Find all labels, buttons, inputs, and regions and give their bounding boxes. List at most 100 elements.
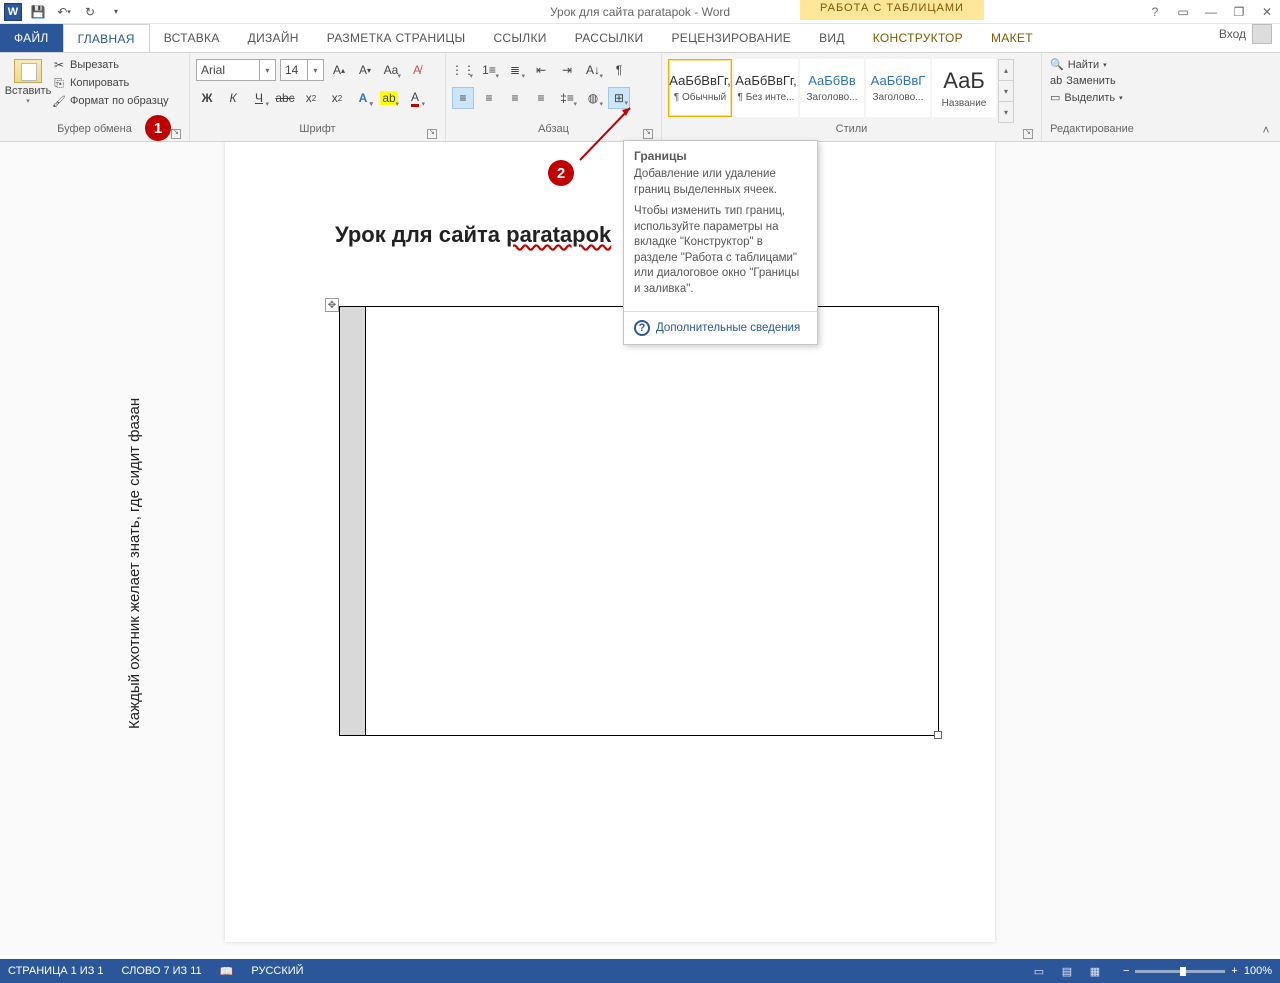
increase-indent-button[interactable]: ⇥ — [556, 59, 578, 81]
status-proofing-icon[interactable]: 📖 — [220, 965, 234, 978]
group-styles: АаБбВвГг,¶ Обычный АаБбВвГг,¶ Без инте..… — [662, 53, 1042, 141]
status-page[interactable]: СТРАНИЦА 1 ИЗ 1 — [8, 965, 104, 977]
font-size-value: 14 — [285, 63, 298, 77]
show-marks-button[interactable]: ¶ — [608, 59, 630, 81]
text-effects-button[interactable]: A — [352, 87, 374, 109]
web-layout-icon[interactable]: ▦ — [1085, 963, 1105, 979]
tab-references[interactable]: ССЫЛКИ — [479, 24, 560, 52]
tab-page-layout[interactable]: РАЗМЕТКА СТРАНИЦЫ — [313, 24, 480, 52]
group-paragraph-label: Абзац — [538, 123, 569, 135]
grow-font-button[interactable]: A▴ — [328, 59, 350, 81]
print-layout-icon[interactable]: ▤ — [1057, 963, 1077, 979]
table-cell-vertical[interactable]: Каждый охотник желает знать, где сидит ф… — [340, 307, 366, 735]
strikethrough-button[interactable]: abc — [274, 87, 296, 109]
justify-button[interactable]: ≡ — [530, 87, 552, 109]
tab-view[interactable]: ВИД — [805, 24, 859, 52]
format-painter-button[interactable]: Формат по образцу — [50, 93, 171, 109]
zoom-out-button[interactable]: − — [1123, 965, 1129, 977]
tab-home[interactable]: ГЛАВНАЯ — [63, 24, 150, 52]
tab-review[interactable]: РЕЦЕНЗИРОВАНИЕ — [657, 24, 805, 52]
paragraph-dialog-launcher[interactable] — [643, 129, 653, 139]
style-gallery-more[interactable]: ▾ — [999, 102, 1013, 122]
table-resize-handle[interactable] — [934, 731, 942, 739]
font-dialog-launcher[interactable] — [427, 129, 437, 139]
help-icon[interactable]: ? — [1146, 3, 1164, 21]
shrink-font-button[interactable]: A▾ — [354, 59, 376, 81]
cut-label: Вырезать — [70, 59, 119, 71]
tab-table-layout[interactable]: МАКЕТ — [977, 24, 1047, 52]
tab-design[interactable]: ДИЗАЙН — [234, 24, 313, 52]
bullets-button[interactable]: ⋮⋮ — [452, 59, 474, 81]
bold-button[interactable]: Ж — [196, 87, 218, 109]
word-app-icon[interactable]: W — [4, 3, 22, 21]
table-cell-main[interactable] — [366, 307, 938, 735]
align-center-button[interactable]: ≡ — [478, 87, 500, 109]
style-heading2[interactable]: АаБбВвГЗаголово... — [866, 59, 930, 117]
login-area[interactable]: Вход — [1219, 24, 1272, 44]
document-table[interactable]: Каждый охотник желает знать, где сидит ф… — [339, 306, 939, 736]
underline-button[interactable]: Ч — [248, 87, 270, 109]
multilevel-button[interactable]: ≣ — [504, 59, 526, 81]
save-icon[interactable]: 💾 — [28, 2, 48, 22]
borders-tooltip: Границы Добавление или удаление границ в… — [623, 140, 818, 345]
binoculars-icon: 🔍 — [1050, 58, 1064, 71]
style-title[interactable]: АаБНазвание — [932, 59, 996, 117]
clear-formatting-button[interactable]: A̸ — [406, 59, 428, 81]
status-language[interactable]: РУССКИЙ — [251, 965, 303, 977]
sort-button[interactable]: A↓ — [582, 59, 604, 81]
cursor-icon: ▭ — [1050, 91, 1060, 104]
view-buttons: ▭ ▤ ▦ — [1029, 963, 1105, 979]
redo-icon[interactable]: ↻ — [80, 2, 100, 22]
replace-button[interactable]: abЗаменить — [1048, 74, 1125, 88]
subscript-button[interactable]: x2 — [300, 87, 322, 109]
help-circle-icon: ? — [634, 320, 650, 336]
read-mode-icon[interactable]: ▭ — [1029, 963, 1049, 979]
styles-dialog-launcher[interactable] — [1023, 129, 1033, 139]
align-right-button[interactable]: ≡ — [504, 87, 526, 109]
tab-file[interactable]: ФАЙЛ — [0, 24, 63, 52]
doc-title-text: Урок для сайта — [335, 222, 506, 247]
table-move-handle[interactable]: ✥ — [325, 298, 339, 312]
page[interactable]: Урок для сайта paratapok ✥ Каждый охотни… — [225, 142, 995, 942]
tab-table-constructor[interactable]: КОНСТРУКТОР — [859, 24, 977, 52]
font-color-button[interactable]: A — [404, 87, 426, 109]
superscript-button[interactable]: x2 — [326, 87, 348, 109]
select-button[interactable]: ▭Выделить▾ — [1048, 90, 1125, 105]
style-no-spacing[interactable]: АаБбВвГг,¶ Без инте... — [734, 59, 798, 117]
align-left-button[interactable]: ≡ — [452, 87, 474, 109]
tab-mailings[interactable]: РАССЫЛКИ — [561, 24, 658, 52]
cut-button[interactable]: Вырезать — [50, 57, 171, 73]
minimize-icon[interactable]: — — [1202, 3, 1220, 21]
font-name-combo[interactable]: Arial▾ — [196, 59, 276, 81]
paste-button[interactable]: Вставить ▾ — [6, 55, 50, 123]
status-words[interactable]: СЛОВО 7 ИЗ 11 — [122, 965, 202, 977]
style-gallery-down[interactable]: ▾ — [999, 81, 1013, 102]
zoom-level[interactable]: 100% — [1244, 965, 1272, 977]
decrease-indent-button[interactable]: ⇤ — [530, 59, 552, 81]
ribbon: Вставить ▾ Вырезать Копировать Формат по… — [0, 52, 1280, 142]
clipboard-dialog-launcher[interactable] — [171, 129, 181, 139]
copy-icon — [52, 76, 66, 90]
style-heading1[interactable]: АаБбВвЗаголово... — [800, 59, 864, 117]
tooltip-more-link[interactable]: ? Дополнительные сведения — [624, 311, 817, 344]
find-button[interactable]: 🔍Найти▾ — [1048, 57, 1125, 72]
callout-badge-2: 2 — [548, 160, 574, 186]
style-normal[interactable]: АаБбВвГг,¶ Обычный — [668, 59, 732, 117]
highlight-button[interactable]: ab — [378, 87, 400, 109]
qat-customize-icon[interactable]: ▾ — [106, 2, 126, 22]
undo-icon[interactable]: ↶▾ — [54, 2, 74, 22]
format-painter-label: Формат по образцу — [70, 95, 169, 107]
ribbon-display-icon[interactable]: ▭ — [1174, 3, 1192, 21]
close-icon[interactable]: ✕ — [1258, 3, 1276, 21]
change-case-button[interactable]: Aa — [380, 59, 402, 81]
copy-button[interactable]: Копировать — [50, 75, 171, 91]
style-gallery-up[interactable]: ▴ — [999, 60, 1013, 81]
zoom-slider[interactable] — [1135, 970, 1225, 973]
font-size-combo[interactable]: 14▾ — [280, 59, 324, 81]
italic-button[interactable]: К — [222, 87, 244, 109]
tab-insert[interactable]: ВСТАВКА — [150, 24, 234, 52]
maximize-icon[interactable]: ❐ — [1230, 3, 1248, 21]
collapse-ribbon-icon[interactable]: ˄ — [1258, 123, 1274, 137]
zoom-in-button[interactable]: + — [1231, 965, 1237, 977]
numbering-button[interactable]: 1≡ — [478, 59, 500, 81]
